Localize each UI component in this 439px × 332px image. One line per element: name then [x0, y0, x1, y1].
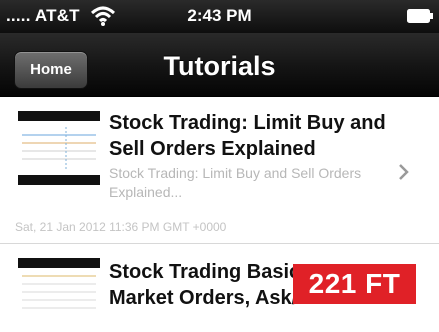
- item-date: Sat, 21 Jan 2012 11:36 PM GMT +0000: [15, 220, 227, 234]
- navigation-bar: Home Tutorials: [0, 33, 439, 97]
- item-subtitle: Stock Trading: Limit Buy and Sell Orders…: [109, 165, 362, 200]
- battery-icon: [407, 9, 433, 23]
- page-number-badge: 221 FT: [293, 264, 416, 304]
- list-item[interactable]: Stock Trading: Limit Buy and Sell Orders…: [0, 97, 439, 244]
- video-thumbnail: [18, 258, 100, 332]
- clock: 2:43 PM: [187, 6, 252, 25]
- chevron-right-icon: [399, 164, 409, 180]
- video-thumbnail: [18, 111, 100, 185]
- item-title: Stock Trading: Limit Buy and Sell Orders…: [109, 112, 386, 160]
- status-bar: ..... AT&T 2:43 PM: [0, 0, 439, 33]
- page-title: Tutorials: [163, 51, 276, 81]
